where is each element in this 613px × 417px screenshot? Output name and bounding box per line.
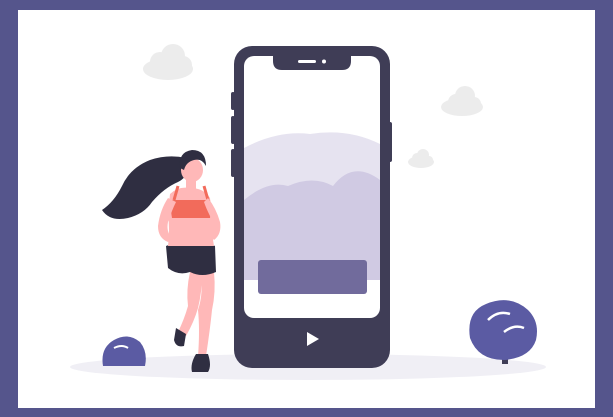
illustration-card (18, 10, 595, 408)
illustration-frame (0, 0, 613, 417)
runner-shorts (166, 241, 216, 275)
cloud-icon (441, 86, 483, 116)
phone-camera (322, 59, 326, 64)
bush-icon (102, 336, 146, 366)
illustration-svg (70, 44, 546, 380)
bush-icon (469, 300, 537, 364)
smartphone (231, 46, 392, 368)
cloud-icon (408, 149, 434, 168)
screen-overlay-bar (258, 260, 367, 294)
runner-back-leg (178, 272, 202, 336)
phone-speaker (298, 60, 316, 63)
cloud-icon (143, 44, 193, 80)
